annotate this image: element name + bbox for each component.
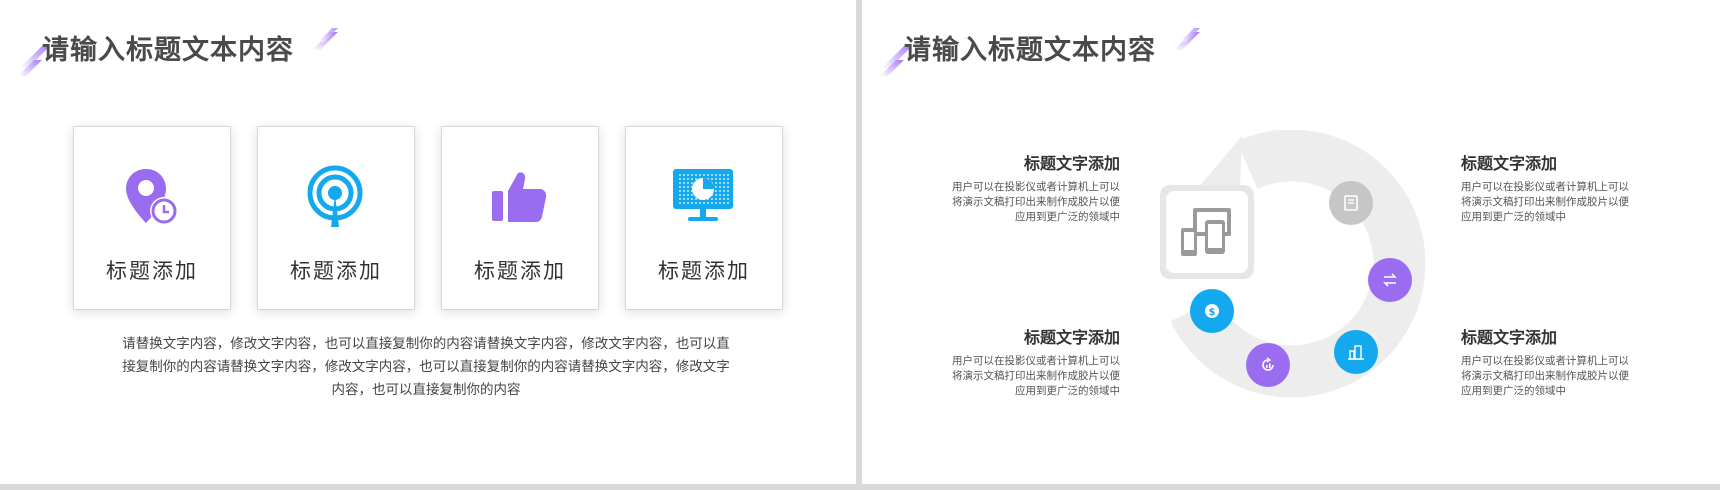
gray-notebook-circle	[1329, 181, 1373, 225]
left-slide: 请输入标题文本内容 标题添加 标题添加 标题添加 标题添加 请替换文字内容，修改…	[0, 0, 856, 484]
building-icon	[1348, 345, 1364, 360]
card-3: 标题添加	[441, 126, 599, 310]
item-desc: 用户可以在投影仪或者计算机上可以将演示文稿打印出来制作成胶片以便应用到更广泛的领…	[952, 355, 1120, 397]
item-heading: 标题文字添加	[1461, 328, 1558, 347]
body-paragraph: 请替换文字内容，修改文字内容，也可以直接复制你的内容请替换文字内容，修改文字内容…	[122, 336, 730, 398]
card-label: 标题添加	[106, 259, 198, 283]
broadcast-icon	[307, 165, 363, 227]
card-label: 标题添加	[658, 259, 750, 283]
card-2: 标题添加	[257, 126, 415, 310]
card-4: 标题添加	[625, 126, 783, 310]
svg-text:$: $	[1209, 307, 1216, 318]
refresh-chart-icon	[1262, 357, 1274, 371]
text-block-bottom-right: 标题文字添加 用户可以在投影仪或者计算机上可以将演示文稿打印出来制作成胶片以便应…	[1461, 324, 1631, 399]
right-slide: 请输入标题文本内容 $ 标题文字添加 用户可以在投影仪或者计算机上可以将演示文稿…	[862, 0, 1720, 484]
text-block-bottom-left: 标题文字添加 用户可以在投影仪或者计算机上可以将演示文稿打印出来制作成胶片以便应…	[950, 324, 1120, 399]
location-clock-icon	[126, 169, 178, 225]
blue-building-circle	[1334, 330, 1378, 374]
page-title: 请输入标题文本内容	[904, 35, 1156, 66]
blue-dollar-circle: $	[1190, 289, 1234, 333]
card-label: 标题添加	[290, 259, 382, 283]
brush-stroke-right-decoration	[1174, 28, 1200, 50]
purple-exchange-circle	[1368, 258, 1412, 302]
card-label: 标题添加	[474, 259, 566, 283]
item-desc: 用户可以在投影仪或者计算机上可以将演示文稿打印出来制作成胶片以便应用到更广泛的领…	[1461, 355, 1629, 397]
thumbs-up-icon	[492, 172, 547, 222]
card-1: 标题添加	[73, 126, 231, 310]
item-desc: 用户可以在投影仪或者计算机上可以将演示文稿打印出来制作成胶片以便应用到更广泛的领…	[1461, 181, 1629, 223]
dollar-icon: $	[1205, 304, 1219, 318]
item-heading: 标题文字添加	[1023, 154, 1120, 173]
text-block-top-right: 标题文字添加 用户可以在投影仪或者计算机上可以将演示文稿打印出来制作成胶片以便应…	[1461, 150, 1631, 225]
text-block-top-left: 标题文字添加 用户可以在投影仪或者计算机上可以将演示文稿打印出来制作成胶片以便应…	[950, 150, 1120, 225]
monitor-pie-chart-icon	[673, 169, 733, 221]
brush-stroke-right-decoration	[312, 28, 338, 50]
devices-icon	[1181, 208, 1231, 256]
item-desc: 用户可以在投影仪或者计算机上可以将演示文稿打印出来制作成胶片以便应用到更广泛的领…	[952, 181, 1120, 223]
center-device-box	[1160, 185, 1254, 279]
item-heading: 标题文字添加	[1023, 328, 1120, 347]
purple-refresh-circle	[1246, 343, 1290, 387]
exchange-icon	[1383, 273, 1397, 287]
item-heading: 标题文字添加	[1461, 154, 1558, 173]
page-title: 请输入标题文本内容	[42, 35, 294, 66]
notebook-icon	[1344, 195, 1358, 211]
